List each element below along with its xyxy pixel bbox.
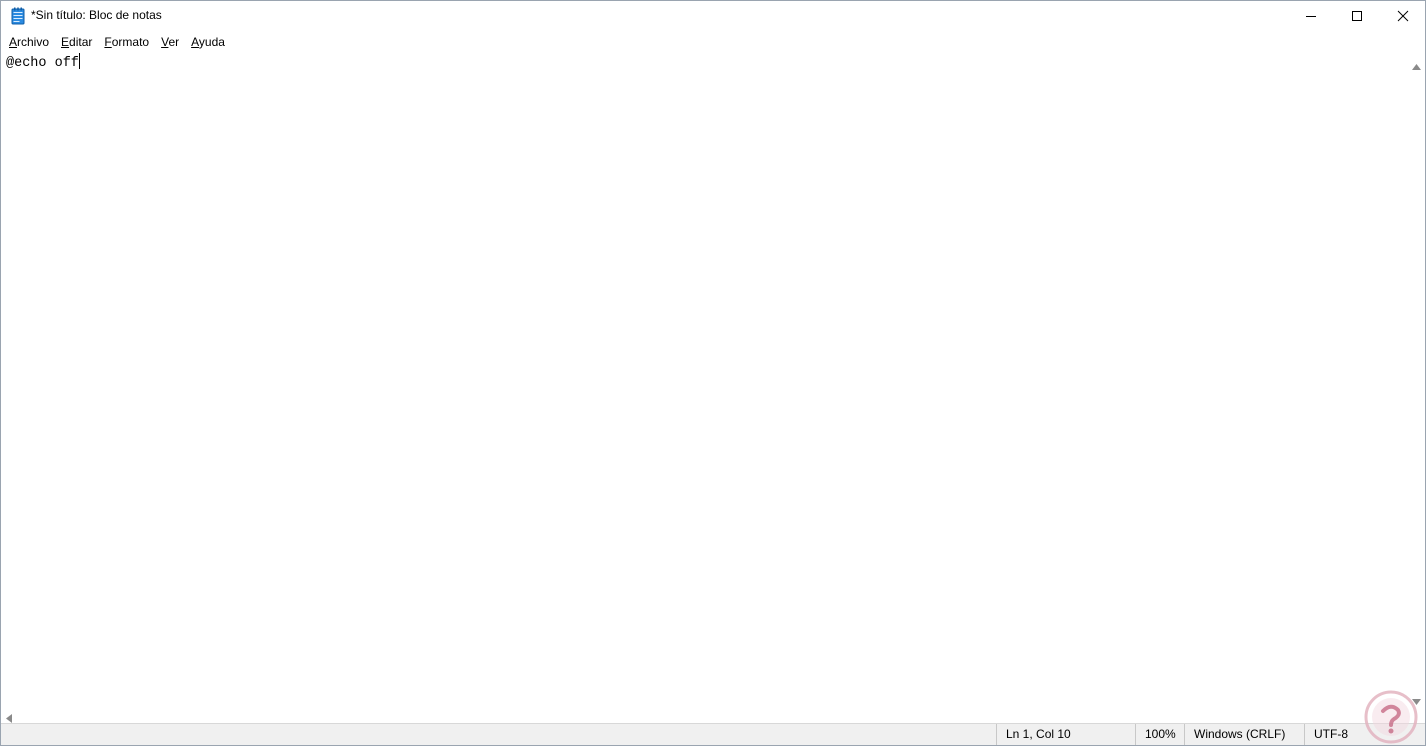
notepad-window: *Sin título: Bloc de notas Archivo Edita… — [0, 0, 1426, 746]
scroll-up-arrow-icon[interactable] — [1412, 57, 1421, 75]
menu-bar: Archivo Editar Formato Ver Ayuda — [1, 31, 1425, 52]
text-caret — [78, 53, 80, 69]
maximize-button[interactable] — [1334, 1, 1380, 31]
menu-ayuda[interactable]: Ayuda — [185, 33, 231, 51]
notepad-icon[interactable] — [10, 7, 26, 25]
solvetic-logo-icon — [1363, 689, 1419, 745]
line-ending-status: Windows (CRLF) — [1184, 724, 1305, 745]
text-editor[interactable]: @echo off — [1, 52, 1408, 706]
title-bar[interactable]: *Sin título: Bloc de notas — [1, 1, 1425, 31]
menu-archivo[interactable]: Archivo — [3, 33, 55, 51]
minimize-icon — [1305, 10, 1317, 22]
vertical-scrollbar[interactable] — [1408, 52, 1425, 706]
menu-ver[interactable]: Ver — [155, 33, 185, 51]
menu-formato[interactable]: Formato — [98, 33, 155, 51]
zoom-status: 100% — [1135, 724, 1185, 745]
editor-text-line: @echo off — [6, 56, 79, 71]
window-title: *Sin título: Bloc de notas — [31, 8, 162, 22]
minimize-button[interactable] — [1288, 1, 1334, 31]
editor-content[interactable]: @echo off — [6, 53, 80, 73]
status-bar: Ln 1, Col 10 100% Windows (CRLF) UTF-8 — [1, 723, 1425, 745]
maximize-icon — [1351, 10, 1363, 22]
horizontal-scrollbar[interactable] — [1, 706, 1408, 723]
cursor-position-status: Ln 1, Col 10 — [996, 724, 1135, 745]
menu-editar[interactable]: Editar — [55, 33, 98, 51]
close-button[interactable] — [1380, 1, 1425, 31]
close-icon — [1397, 10, 1409, 22]
